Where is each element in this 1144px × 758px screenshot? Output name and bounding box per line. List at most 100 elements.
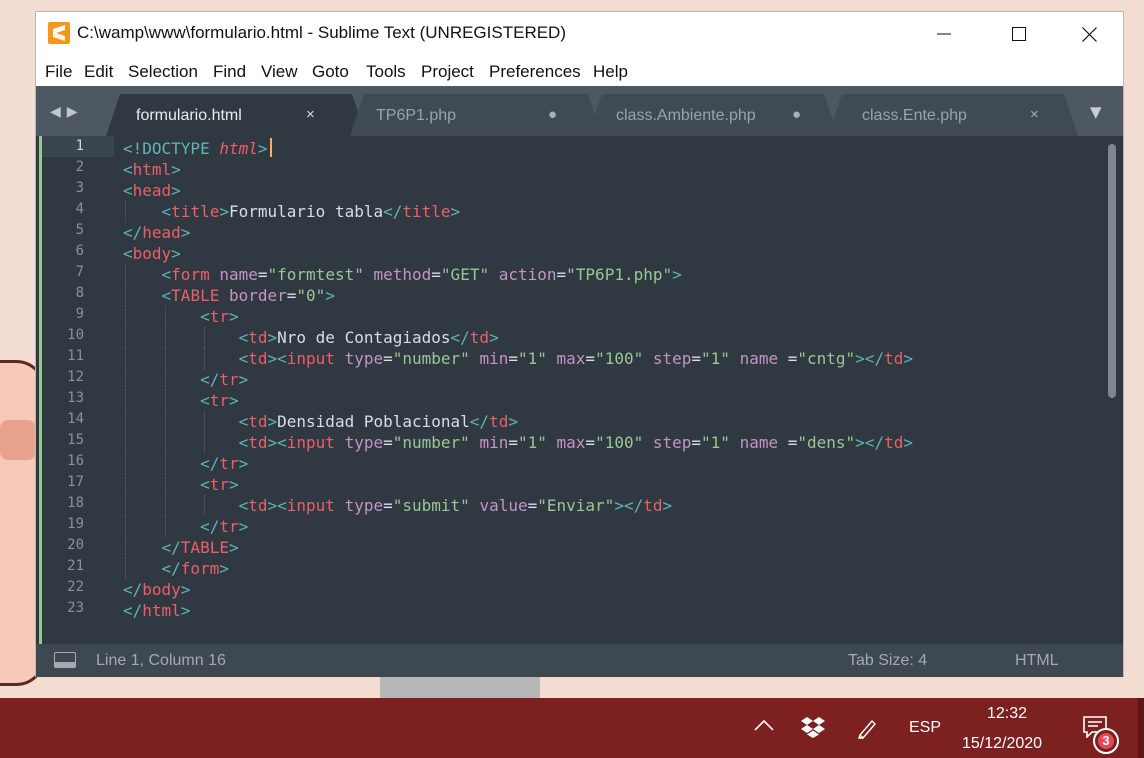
code-token: < bbox=[123, 244, 133, 263]
code-token: "1" bbox=[517, 349, 557, 368]
menu-help[interactable]: Help bbox=[593, 62, 628, 82]
maximize-button[interactable] bbox=[996, 12, 1042, 56]
code-line: </html> bbox=[123, 600, 190, 621]
tab-modified-dot-icon[interactable]: ● bbox=[548, 106, 557, 123]
dropbox-icon[interactable] bbox=[801, 716, 825, 743]
line-number: 8 bbox=[75, 285, 84, 301]
code-token: td bbox=[643, 496, 663, 515]
code-line: </head> bbox=[123, 222, 190, 243]
menu-goto[interactable]: Goto bbox=[312, 62, 349, 82]
code-token: td bbox=[884, 349, 904, 368]
tab-label: class.Ente.php bbox=[862, 107, 967, 124]
code-token: < bbox=[238, 433, 249, 452]
code-token: td bbox=[248, 412, 268, 431]
clock-time[interactable]: 12:32 bbox=[987, 705, 1027, 723]
code-token: </ bbox=[469, 412, 490, 431]
code-token: "1" bbox=[701, 433, 740, 452]
code-token: td bbox=[248, 433, 268, 452]
menu-file[interactable]: File bbox=[45, 62, 72, 82]
wallpaper-shape bbox=[380, 676, 540, 698]
code-token: = bbox=[383, 496, 393, 515]
tab-label: TP6P1.php bbox=[376, 107, 457, 124]
code-token: "0" bbox=[296, 286, 326, 305]
code-token: type bbox=[344, 349, 384, 368]
menu-view[interactable]: View bbox=[261, 62, 298, 82]
code-token: >< bbox=[267, 433, 287, 452]
minimize-button[interactable] bbox=[921, 12, 967, 56]
code-line: </body> bbox=[123, 579, 190, 600]
code-token: name bbox=[739, 433, 788, 452]
code-token: tr bbox=[219, 517, 239, 536]
sublime-window: C:\wamp\www\formulario.html - Sublime Te… bbox=[35, 11, 1124, 677]
show-desktop-button[interactable] bbox=[1138, 698, 1144, 758]
menu-selection[interactable]: Selection bbox=[128, 62, 198, 82]
code-token: step bbox=[652, 433, 692, 452]
code-token: </ bbox=[383, 202, 403, 221]
code-token: td bbox=[884, 433, 904, 452]
code-token: "dens" bbox=[797, 433, 856, 452]
code-token: > bbox=[228, 475, 239, 494]
menu-project[interactable]: Project bbox=[421, 62, 474, 82]
tab-size-selector[interactable]: Tab Size: 4 bbox=[848, 652, 927, 670]
clock-date[interactable]: 15/12/2020 bbox=[962, 735, 1042, 753]
code-token: "GET" bbox=[440, 265, 499, 284]
tab-class-ambiente-php[interactable]: class.Ambiente.php ● bbox=[588, 94, 838, 136]
code-line: <form name="formtest" method="GET" actio… bbox=[123, 264, 682, 285]
title-bar[interactable]: C:\wamp\www\formulario.html - Sublime Te… bbox=[36, 12, 1123, 56]
menu-edit[interactable]: Edit bbox=[84, 62, 113, 82]
menu-tools[interactable]: Tools bbox=[366, 62, 406, 82]
code-token: > bbox=[508, 412, 518, 431]
syntax-selector[interactable]: HTML bbox=[1015, 652, 1059, 670]
tab-class-ente-php[interactable]: class.Ente.php × bbox=[828, 94, 1078, 136]
close-button[interactable] bbox=[1066, 12, 1112, 56]
code-editor[interactable]: 1 2 3 4 5 6 7 8 9 10 11 12 13 14 15 16 17 18 19 20 21 22 23 <!… bbox=[36, 136, 1123, 644]
panel-toggle-icon[interactable] bbox=[54, 652, 76, 668]
code-token: html bbox=[219, 139, 258, 158]
tab-close-icon[interactable]: × bbox=[1030, 106, 1039, 123]
menu-find[interactable]: Find bbox=[213, 62, 246, 82]
tab-tp6p1-php[interactable]: TP6P1.php ● bbox=[350, 94, 602, 136]
code-token: Formulario tabla bbox=[228, 202, 384, 221]
code-token: "number" bbox=[392, 349, 480, 368]
code-token: "submit" bbox=[392, 496, 480, 515]
code-token: "formtest" bbox=[267, 265, 374, 284]
code-token: > bbox=[903, 349, 913, 368]
code-token: </ bbox=[123, 580, 143, 599]
menu-preferences[interactable]: Preferences bbox=[489, 62, 581, 82]
code-token: < bbox=[200, 475, 210, 494]
code-line: <td>Nro de Contagiados</td> bbox=[123, 327, 499, 348]
tab-modified-dot-icon[interactable]: ● bbox=[792, 106, 801, 123]
code-token: = bbox=[286, 286, 297, 305]
code-token: "Enviar" bbox=[537, 496, 615, 515]
code-token: < bbox=[161, 286, 172, 305]
code-line: <td><input type="submit" value="Enviar">… bbox=[123, 495, 673, 516]
code-token: = bbox=[431, 265, 441, 284]
code-token: value bbox=[479, 496, 528, 515]
code-token: = bbox=[508, 349, 518, 368]
show-hidden-icons-chevron-icon[interactable] bbox=[754, 718, 774, 736]
code-token: = bbox=[508, 433, 518, 452]
code-token: title bbox=[402, 202, 451, 221]
code-token: > bbox=[267, 412, 278, 431]
code-token: tr bbox=[209, 475, 229, 494]
code-token: html bbox=[142, 601, 181, 620]
tab-formulario-html[interactable]: formulario.html × bbox=[106, 94, 366, 136]
code-token: < bbox=[238, 328, 249, 347]
tab-navigation-arrows-icon[interactable]: ◀▶ bbox=[50, 104, 84, 120]
tab-list-dropdown-icon[interactable]: ▼ bbox=[1090, 103, 1102, 121]
close-icon bbox=[1081, 26, 1097, 42]
code-token: min bbox=[479, 433, 509, 452]
code-token: step bbox=[652, 349, 692, 368]
pen-icon[interactable] bbox=[856, 717, 878, 744]
tab-close-icon[interactable]: × bbox=[306, 106, 315, 123]
code-token: > bbox=[171, 160, 181, 179]
input-language[interactable]: ESP bbox=[909, 719, 941, 737]
code-token: = bbox=[787, 349, 798, 368]
vertical-scrollbar[interactable] bbox=[1108, 144, 1116, 398]
code-token: </ bbox=[200, 454, 220, 473]
